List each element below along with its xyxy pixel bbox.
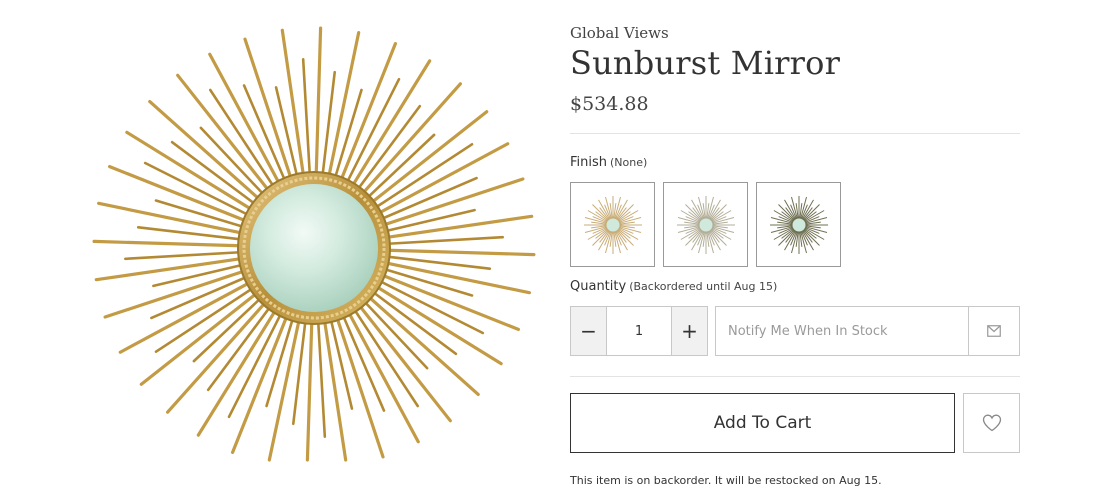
notify-email-input[interactable] — [716, 307, 968, 355]
swatch-mirror-glass — [606, 218, 619, 231]
sunburst-ray — [378, 279, 485, 335]
divider — [570, 133, 1020, 134]
sunburst-ray — [382, 177, 525, 227]
swatch-mirror-icon — [676, 195, 735, 254]
finish-swatch-light-gold[interactable] — [570, 182, 655, 267]
brand-name[interactable]: Global Views — [570, 24, 669, 42]
sunburst-ray — [386, 235, 504, 246]
sunburst-ray — [386, 248, 536, 257]
sunburst-ray — [267, 318, 301, 462]
quantity-label: Quantity (Backordered until Aug 15) — [570, 279, 777, 294]
sunburst-ray — [124, 250, 242, 261]
sunburst-ray — [345, 77, 401, 184]
finish-selected: (None) — [610, 156, 648, 169]
finish-label-text: Finish — [570, 155, 608, 170]
sunburst-ray — [305, 320, 314, 462]
product-image[interactable] — [88, 8, 544, 464]
swatch-mirror-glass — [792, 218, 805, 231]
wishlist-button[interactable] — [963, 393, 1020, 453]
backorder-status: (Backordered until Aug 15) — [629, 280, 778, 293]
quantity-stepper: − + — [570, 306, 708, 356]
swatch-mirror-icon — [583, 195, 642, 254]
notify-me-field — [715, 306, 1020, 356]
backorder-note: This item is on backorder. It will be re… — [570, 474, 882, 487]
sunburst-ray — [227, 312, 283, 419]
product-price: $534.88 — [570, 93, 649, 115]
finish-swatches — [570, 182, 841, 267]
finish-label: Finish (None) — [570, 155, 647, 170]
envelope-icon — [987, 325, 1001, 337]
sunburst-ray — [335, 316, 385, 459]
quantity-increase-button[interactable]: + — [671, 307, 707, 355]
add-to-cart-button[interactable]: Add To Cart — [570, 393, 955, 453]
divider — [570, 376, 1020, 377]
quantity-decrease-button[interactable]: − — [571, 307, 607, 355]
sunburst-ray — [316, 320, 327, 438]
sunburst-ray — [314, 26, 323, 176]
finish-swatch-silver-gold[interactable] — [663, 182, 748, 267]
sunburst-ray — [143, 161, 250, 217]
heart-icon — [982, 414, 1001, 432]
notify-submit-button[interactable] — [968, 307, 1019, 355]
sunburst-ray — [327, 30, 361, 178]
quantity-label-text: Quantity — [570, 279, 627, 294]
sunburst-ray — [301, 58, 312, 176]
swatch-mirror-icon — [769, 195, 828, 254]
sunburst-ray — [96, 201, 244, 235]
sunburst-ray — [243, 37, 293, 180]
finish-swatch-dark-bronze[interactable] — [756, 182, 841, 267]
sunburst-ray — [384, 261, 532, 295]
quantity-input[interactable] — [607, 307, 671, 355]
sunburst-ray — [103, 269, 246, 319]
swatch-mirror-glass — [699, 218, 712, 231]
product-title: Sunburst Mirror — [570, 44, 841, 82]
sunburst-ray — [92, 239, 242, 248]
sunburst-mirror-image — [92, 26, 536, 462]
